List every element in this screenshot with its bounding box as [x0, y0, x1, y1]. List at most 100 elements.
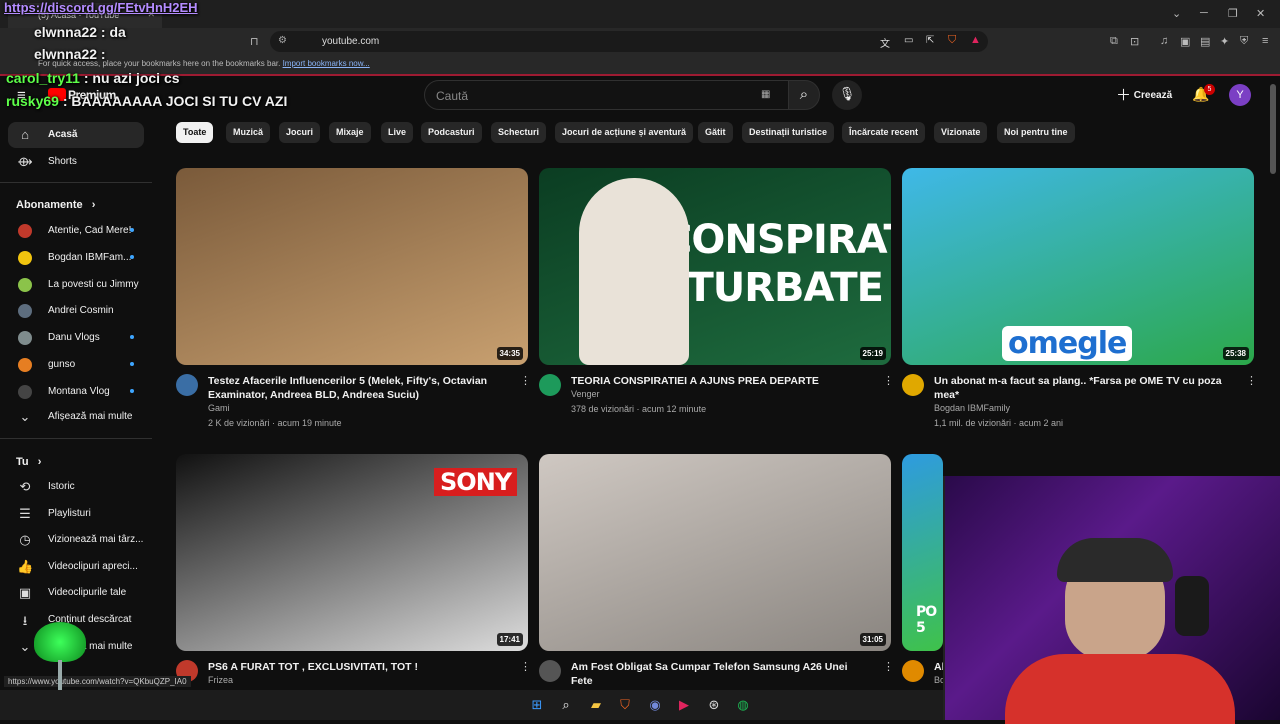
- video-title[interactable]: TEORIA CONSPIRATIEI A AJUNS PREA DEPARTE: [571, 374, 871, 388]
- new-content-dot: [130, 228, 134, 232]
- youtube-app-icon[interactable]: ▶: [676, 697, 692, 713]
- sidebar-item-video[interactable]: ▣ Videoclipurile tale: [8, 580, 144, 606]
- search-icon[interactable]: ⌕: [558, 697, 574, 713]
- video-thumbnail[interactable]: 34:35: [176, 168, 528, 365]
- maximize-icon[interactable]: ❐: [1228, 7, 1238, 20]
- video-channel-name[interactable]: Venger: [571, 389, 600, 399]
- wallet-icon[interactable]: ▤: [1200, 35, 1210, 48]
- video-title[interactable]: Testez Afacerile Influencerilor 5 (Melek…: [208, 374, 508, 402]
- more-options-icon[interactable]: ⋮: [520, 374, 531, 387]
- channel-avatar[interactable]: [176, 374, 198, 396]
- filter-chip[interactable]: Încărcate recent: [842, 122, 926, 143]
- filter-chip[interactable]: Toate: [176, 122, 214, 143]
- filter-chip[interactable]: Muzică: [226, 122, 271, 143]
- sidebar-item-label: Videoclipuri apreci...: [48, 560, 138, 572]
- translate-icon[interactable]: 文: [880, 35, 890, 50]
- subscriptions-heading[interactable]: Abonamente ›: [16, 199, 95, 211]
- sidebar-channel-item[interactable]: Montana Vlog: [8, 379, 144, 405]
- filter-chip[interactable]: Destinații turistice: [742, 122, 835, 143]
- filter-chip[interactable]: Podcasturi: [421, 122, 482, 143]
- sidebar-show-more-subs[interactable]: ⌄ Afișează mai multe: [8, 404, 144, 430]
- video-channel-name[interactable]: Gami: [208, 403, 230, 413]
- shirt-shape: [1005, 654, 1235, 724]
- share-icon[interactable]: ⇱: [926, 35, 934, 46]
- sidebar-channel-item[interactable]: La povesti cu Jimmy: [8, 272, 144, 298]
- search-input[interactable]: Caută ▦: [424, 80, 790, 110]
- sidebar-channel-item[interactable]: Danu Vlogs: [8, 325, 144, 351]
- channel-avatar[interactable]: [539, 660, 561, 682]
- chat-nick: carol_try11: [6, 70, 80, 86]
- video-channel-name[interactable]: Bogdan IBMFamily: [934, 403, 1010, 413]
- video-thumbnail[interactable]: PO 5: [902, 454, 943, 651]
- menu-icon[interactable]: ≡: [1262, 35, 1268, 47]
- site-info-icon[interactable]: ⚙: [278, 35, 287, 46]
- steam-icon[interactable]: ⊛: [706, 697, 722, 713]
- sidebar-item-clock[interactable]: ◷ Vizionează mai târz...: [8, 527, 144, 553]
- channel-avatar[interactable]: [539, 374, 561, 396]
- media-icon[interactable]: ♫: [1160, 35, 1168, 47]
- rewards-icon[interactable]: ▲: [970, 34, 981, 46]
- more-options-icon[interactable]: ⋮: [520, 660, 531, 673]
- filter-chip[interactable]: Schecturi: [491, 122, 547, 143]
- minimize-icon[interactable]: ─: [1200, 7, 1208, 19]
- filter-chip[interactable]: Gătit: [698, 122, 733, 143]
- channel-avatar[interactable]: [902, 374, 924, 396]
- sidebar-channel-item[interactable]: Bogdan IBMFam...: [8, 245, 144, 271]
- chat-nick: elwnna22: [34, 46, 98, 62]
- close-window-icon[interactable]: ✕: [1256, 7, 1265, 20]
- filter-chip[interactable]: Jocuri: [279, 122, 321, 143]
- filter-chip[interactable]: Live: [381, 122, 414, 143]
- discord-icon[interactable]: ◉: [647, 697, 663, 713]
- video-channel-name[interactable]: Frizea: [208, 675, 233, 685]
- filter-chip[interactable]: Vizionate: [934, 122, 988, 143]
- sidebar-item-label: Bogdan IBMFam...: [48, 251, 132, 263]
- brave-browser-icon[interactable]: ⛉: [617, 697, 633, 713]
- filter-chip[interactable]: Jocuri de acțiune și aventură: [555, 122, 694, 143]
- sidebar-channel-item[interactable]: gunso: [8, 352, 144, 378]
- sidebar-channel-item[interactable]: Atentie, Cad Mere!: [8, 218, 144, 244]
- screenshot-icon[interactable]: ⊡: [1130, 35, 1139, 48]
- file-explorer-icon[interactable]: ▰: [588, 697, 604, 713]
- brave-shield-icon[interactable]: ⛉: [948, 34, 956, 47]
- vpn-icon[interactable]: ⛨: [1240, 35, 1248, 48]
- sidebar-item-home[interactable]: ⌂ Acasă: [8, 122, 144, 148]
- account-avatar[interactable]: Y: [1229, 84, 1251, 106]
- sidebar-item-history[interactable]: ⟲ Istoric: [8, 474, 144, 500]
- video-thumbnail[interactable]: SONY 17:41: [176, 454, 528, 651]
- import-bookmarks-link[interactable]: Import bookmarks now...: [283, 59, 370, 68]
- video-title[interactable]: Un abonat m-a facut sa plang.. *Farsa pe…: [934, 374, 1234, 402]
- channel-avatar[interactable]: [902, 660, 924, 682]
- chat-message: elwnna22 :: [34, 46, 106, 62]
- video-thumbnail[interactable]: 31:05: [539, 454, 891, 651]
- video-thumbnail[interactable]: CONSPIRATII TURBATE 25:19: [539, 168, 891, 365]
- windows-start-icon[interactable]: ⊞: [529, 697, 545, 713]
- spotify-icon[interactable]: ◍: [735, 697, 751, 713]
- keyboard-icon[interactable]: ▦: [761, 89, 770, 100]
- url-field[interactable]: ⚙ youtube.com 文 ▭ ⇱ ⛉ ▲: [270, 31, 988, 52]
- extensions-icon[interactable]: ⧉: [1110, 35, 1118, 48]
- page-scrollbar[interactable]: [1270, 84, 1276, 174]
- video-title[interactable]: PS6 A FURAT TOT , EXCLUSIVITATI, TOT !: [208, 660, 508, 674]
- sidebar-item-label: Atentie, Cad Mere!: [48, 225, 132, 236]
- more-options-icon[interactable]: ⋮: [1246, 374, 1257, 387]
- leo-icon[interactable]: ✦: [1220, 35, 1229, 48]
- more-options-icon[interactable]: ⋮: [883, 374, 894, 387]
- search-button[interactable]: ⌕: [788, 80, 820, 110]
- sidebar-item-shorts[interactable]: ⟴ Shorts: [8, 149, 144, 175]
- channel-avatar: [18, 358, 32, 372]
- tab-list-icon[interactable]: ⌄: [1172, 7, 1181, 20]
- video-thumbnail[interactable]: omegle 25:38: [902, 168, 1254, 365]
- video-title[interactable]: Am Fost Obligat Sa Cumpar Telefon Samsun…: [571, 660, 871, 688]
- cast-icon[interactable]: ▭: [904, 35, 913, 46]
- voice-search-button[interactable]: 🎙: [832, 80, 862, 110]
- sidebar-item-playlist[interactable]: ☰ Playlisturi: [8, 501, 144, 527]
- filter-chip[interactable]: Mixaje: [329, 122, 371, 143]
- you-heading[interactable]: Tu ›: [16, 456, 41, 468]
- bookmark-icon[interactable]: ⊓: [250, 35, 259, 48]
- sidebar-item-like[interactable]: 👍 Videoclipuri apreci...: [8, 554, 144, 580]
- create-button[interactable]: ＋ Creează: [1116, 84, 1172, 105]
- more-options-icon[interactable]: ⋮: [883, 660, 894, 673]
- filter-chip[interactable]: Noi pentru tine: [997, 122, 1075, 143]
- sidebar-toggle-icon[interactable]: ▣: [1180, 35, 1190, 48]
- sidebar-channel-item[interactable]: Andrei Cosmin: [8, 298, 144, 324]
